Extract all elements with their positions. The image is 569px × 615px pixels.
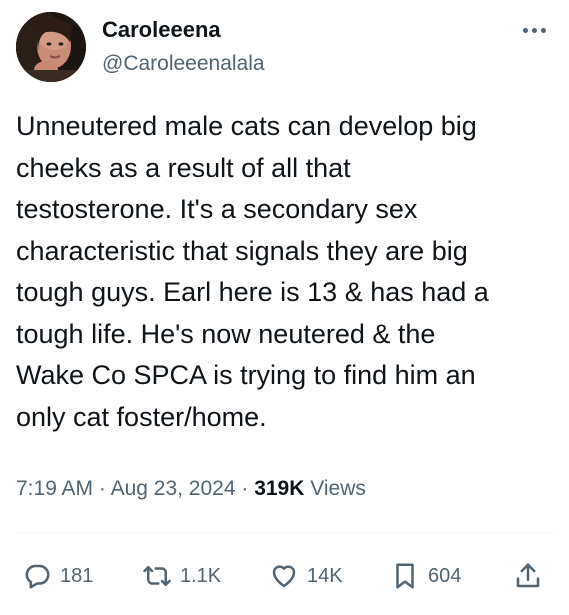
views-label: Views (304, 477, 366, 500)
like-count: 14K (307, 564, 343, 587)
more-icon[interactable] (519, 18, 549, 42)
repost-button[interactable]: 1.1K (142, 554, 221, 598)
repost-count: 1.1K (180, 564, 222, 587)
repost-icon (143, 566, 171, 586)
bookmark-icon (396, 563, 414, 589)
divider (16, 532, 554, 533)
tweet-text-line: Wake Co SPCA is trying to find him an (16, 360, 476, 390)
avatar-image (16, 12, 86, 82)
tweet-text-line: testosterone. It's a secondary sex (16, 194, 418, 224)
tweet-text: Unneutered male cats can develop big che… (16, 106, 556, 438)
bookmark-button[interactable]: 604 (390, 554, 461, 598)
tweet-text-line: tough life. He's now neutered & the (16, 318, 436, 349)
more-dot (522, 27, 528, 33)
views-count: 319K (254, 477, 305, 500)
tweet-text-line: cheeks as a result of all that (16, 152, 351, 183)
reply-icon (25, 564, 50, 589)
meta-separator: · (235, 477, 255, 500)
heart-icon (272, 565, 296, 588)
like-button[interactable]: 14K (269, 554, 343, 598)
tweet-text-line: only cat foster/home. (16, 401, 267, 432)
tweet-time[interactable]: 7:19 AM (16, 477, 93, 500)
action-bar: 181 1.1K 14K 604 (0, 554, 569, 598)
share-icon (516, 563, 540, 588)
tweet-text-line: Unneutered male cats can develop big (16, 111, 477, 141)
more-dot (540, 27, 546, 33)
more-dot (531, 27, 537, 33)
author-name[interactable]: Caroleeena (102, 16, 221, 44)
tweet-meta: 7:19 AM · Aug 23, 2024 · 319K Views (16, 474, 366, 504)
tweet-date[interactable]: Aug 23, 2024 (111, 477, 236, 500)
tweet: Caroleeena @Caroleeenalala Unneutered ma… (0, 0, 569, 615)
avatar[interactable] (16, 12, 86, 82)
reply-count: 181 (60, 564, 94, 587)
share-button[interactable] (513, 554, 543, 598)
bookmark-count: 604 (428, 564, 462, 587)
meta-separator: · (93, 477, 111, 500)
tweet-text-line: tough guys. Earl here is 13 & has had a (16, 277, 489, 307)
reply-button[interactable]: 181 (22, 554, 93, 598)
author-handle[interactable]: @Caroleeenalala (102, 50, 265, 78)
tweet-text-line: characteristic that signals they are big (16, 235, 468, 266)
